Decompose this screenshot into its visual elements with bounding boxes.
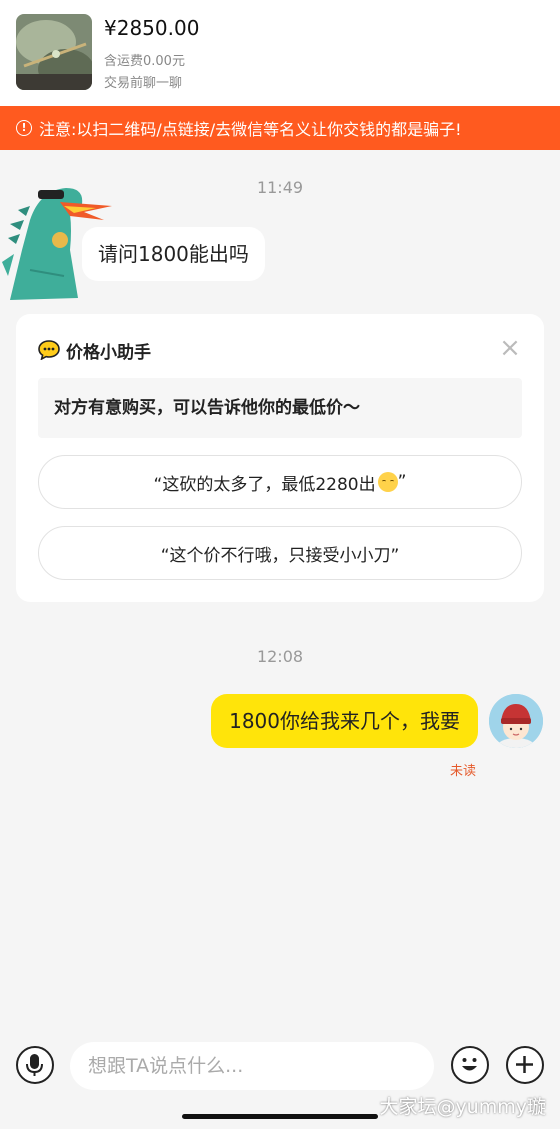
quick-reply-1[interactable]: “这砍的太多了，最低2280出 ”	[38, 455, 522, 509]
microphone-icon[interactable]	[16, 1046, 54, 1084]
warning-text: 注意:以扫二维码/点链接/去微信等名义让你交钱的都是骗子!	[39, 120, 462, 139]
assistant-tip-text: 对方有意购买，可以告诉他你的最低价～	[54, 398, 360, 418]
shipping-fee: 含运费0.00元	[104, 54, 185, 69]
plus-icon[interactable]	[506, 1046, 544, 1084]
alert-circle-icon: !	[16, 120, 32, 136]
home-indicator[interactable]	[182, 1114, 378, 1119]
message-timestamp: 12:08	[256, 647, 304, 666]
fraud-warning-banner: ! 注意:以扫二维码/点链接/去微信等名义让你交钱的都是骗子!	[0, 106, 560, 150]
assistant-title: 价格小助手	[38, 338, 151, 363]
quick-reply-2[interactable]: “这个价不行哦，只接受小小刀”	[38, 526, 522, 580]
product-price: ¥2850.00	[104, 16, 200, 40]
unread-status: 未读	[450, 764, 477, 779]
price-assistant-card: 价格小助手 × 对方有意购买，可以告诉他你的最低价～ “这砍的太多了，最低228…	[16, 314, 544, 602]
outgoing-message-bubble[interactable]: 1800你给我来几个，我要	[211, 694, 478, 748]
quick-reply-2-text: “这个价不行哦，只接受小小刀”	[160, 545, 400, 566]
emoji-smile-icon[interactable]	[451, 1046, 489, 1084]
quick-reply-1-quote-end: ”	[397, 472, 407, 492]
product-thumbnail[interactable]	[16, 14, 92, 90]
user-avatar[interactable]	[489, 694, 543, 748]
quick-reply-1-text: “这砍的太多了，最低2280出	[153, 474, 376, 495]
chat-before-trade-hint: 交易前聊一聊	[104, 76, 183, 91]
sad-face-emoji-icon	[377, 472, 398, 492]
assistant-title-text: 价格小助手	[66, 342, 151, 363]
speech-bubble-icon	[38, 340, 60, 360]
product-header[interactable]: ¥2850.00 含运费0.00元 交易前聊一聊	[0, 0, 560, 106]
close-icon[interactable]: ×	[498, 335, 522, 361]
assistant-tip-box: 对方有意购买，可以告诉他你的最低价～	[38, 378, 522, 438]
incoming-message-bubble[interactable]: 请问1800能出吗	[82, 227, 265, 281]
message-input[interactable]	[70, 1042, 434, 1090]
forum-watermark: 大家坛@yummy璇	[379, 1096, 546, 1118]
